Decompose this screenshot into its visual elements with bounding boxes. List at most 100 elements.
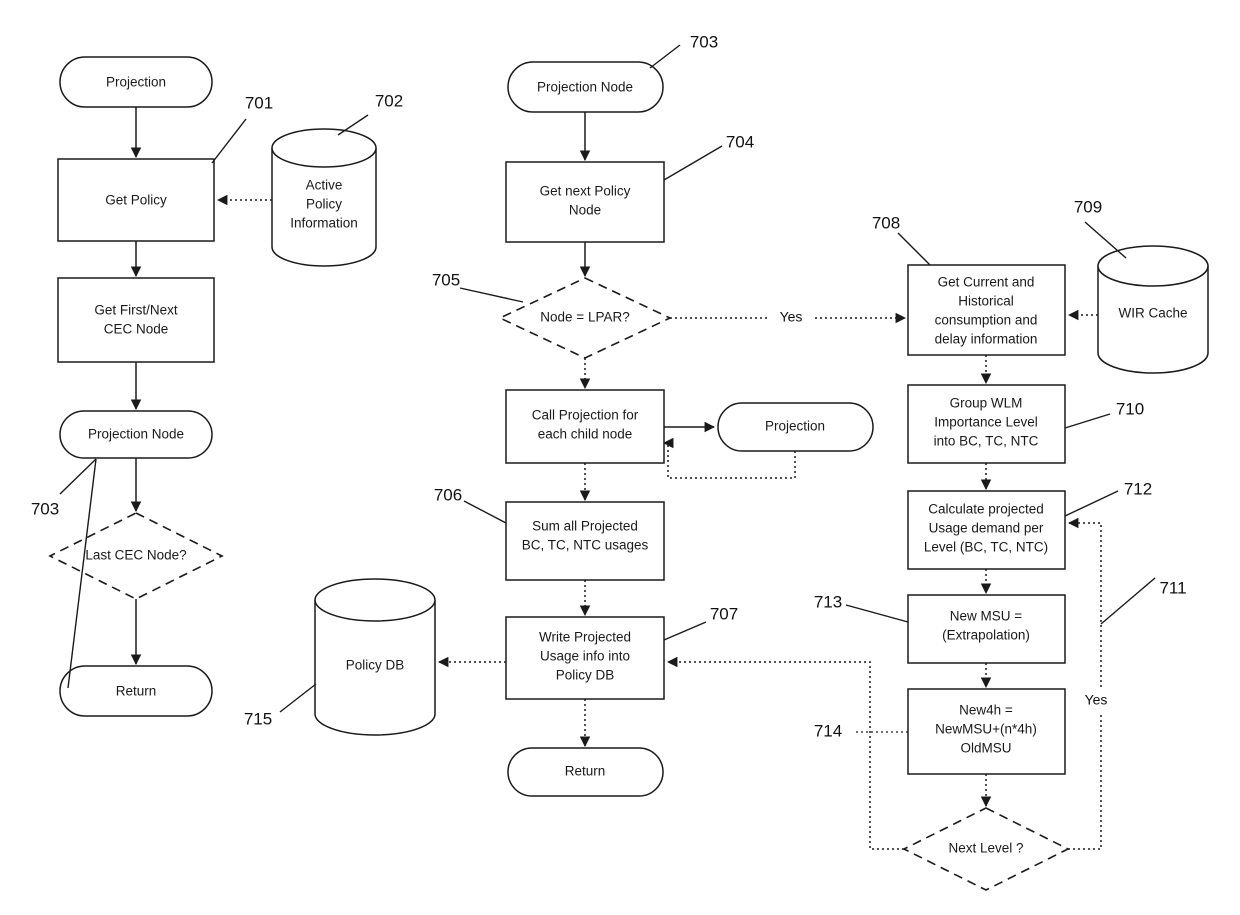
node-calculate-projected-usage[interactable]: Calculate projected Usage demand per Lev… [907,490,1066,570]
node-call-projection-for-each-child-node[interactable]: Call Projection for each child node [505,389,665,464]
node-group-wlm-line3: into BC, TC, NTC [934,434,1039,449]
node-sum-all-projected-line2: BC, TC, NTC usages [522,538,649,553]
ref-714: 714 [814,721,842,740]
node-calculate-projected-line2: Usage demand per [929,521,1044,536]
node-call-projection-line1: Call Projection for [532,408,639,423]
node-group-wlm-line2: Importance Level [934,415,1038,430]
ref-713: 713 [814,592,842,611]
node-return-left-label: Return [116,684,157,699]
flowchart-canvas: Projection Get Policy Get First/Next CEC… [0,0,1240,915]
ref-715: 715 [244,709,272,728]
datastore-active-policy-line3: Information [290,216,358,231]
leader-713 [845,604,909,623]
node-new4h-line2: NewMSU+(n*4h) [935,722,1037,737]
ref-703-mid: 703 [690,32,718,51]
node-get-first-next-cec-node-line2: CEC Node [104,322,169,337]
datastore-policy-db-label: Policy DB [346,658,405,673]
node-group-wlm[interactable]: Group WLM Importance Level into BC, TC, … [907,384,1066,464]
node-get-next-policy-node[interactable]: Get next Policy Node [505,161,665,243]
leader-703-left-b [59,458,97,495]
node-get-current-line4: delay information [935,332,1038,347]
node-last-cec-node-decision[interactable]: Last CEC Node? [48,512,224,600]
node-projection-node-mid[interactable]: Projection Node [507,61,664,113]
node-next-level-label: Next Level ? [948,841,1023,856]
node-get-current-historical[interactable]: Get Current and Historical consumption a… [907,264,1066,356]
node-calculate-projected-line3: Level (BC, TC, NTC) [924,540,1048,555]
node-calculate-projected-line1: Calculate projected [928,502,1044,517]
ref-704: 704 [726,132,754,151]
ref-703-left: 703 [31,499,59,518]
ref-707: 707 [710,604,738,623]
flowchart-svg: Projection Get Policy Get First/Next CEC… [31,32,1209,891]
ref-705: 705 [432,270,460,289]
node-get-policy-label: Get Policy [105,193,167,208]
datastore-wir-cache-label: WIR Cache [1118,306,1187,321]
node-node-eq-lpar-decision[interactable]: Node = LPAR? [498,277,672,359]
ref-711: 711 [1159,578,1186,597]
node-next-level-decision[interactable]: Next Level ? [902,807,1070,891]
leader-712 [1064,490,1119,517]
node-get-first-next-cec-node[interactable]: Get First/Next CEC Node [57,277,215,363]
ref-701: 701 [245,93,273,112]
edge-label-nextlevel-yes: Yes [1085,692,1108,708]
node-new4h[interactable]: New4h = NewMSU+(n*4h) OldMSU [907,688,1066,775]
leader-701 [211,118,247,164]
node-group-wlm-line1: Group WLM [950,396,1023,411]
node-write-projected-line3: Policy DB [556,668,615,683]
node-projection-start[interactable]: Projection [59,56,213,108]
ref-709: 709 [1074,197,1102,216]
node-get-next-policy-node-line2: Node [569,203,601,218]
node-get-next-policy-node-line1: Get next Policy [540,184,631,199]
leader-707 [663,621,707,641]
leader-709 [1084,221,1127,259]
leader-715 [279,683,317,713]
node-write-projected-line2: Usage info into [540,649,630,664]
ref-706: 706 [434,485,462,504]
node-projection-subroutine-label: Projection [765,419,825,434]
node-new4h-line1: New4h = [959,703,1013,718]
datastore-wir-cache[interactable]: WIR Cache [1097,245,1209,374]
node-last-cec-node-label: Last CEC Node? [85,548,186,563]
node-new4h-line3: OldMSU [960,741,1011,756]
node-return-mid[interactable]: Return [507,747,664,797]
node-sum-all-projected-line1: Sum all Projected [532,519,638,534]
datastore-active-policy-line2: Policy [306,197,342,212]
datastore-active-policy-information[interactable]: Active Policy Information [271,128,377,267]
node-new-msu[interactable]: New MSU = (Extrapolation) [907,594,1066,664]
edge-label-lpar-yes: Yes [780,309,803,325]
node-projection-start-label: Projection [106,75,166,90]
node-projection-node-left-label: Projection Node [88,427,184,442]
edge-nextlevel-no-to-write [666,656,904,850]
leader-703-mid [649,44,681,69]
ref-710: 710 [1116,399,1144,418]
datastore-policy-db[interactable]: Policy DB [314,578,436,736]
node-new-msu-line1: New MSU = [950,609,1023,624]
node-get-current-line3: consumption and [935,313,1038,328]
node-projection-subroutine[interactable]: Projection [717,402,874,452]
leader-704 [663,145,723,181]
node-return-left[interactable]: Return [59,665,213,717]
ref-702: 702 [375,91,403,110]
leader-708 [897,232,931,266]
node-get-first-next-cec-node-line1: Get First/Next [94,303,178,318]
node-write-projected-line1: Write Projected [539,630,631,645]
edge-nextlevel-yes-to-calculate [1067,517,1102,850]
leader-706 [463,500,507,524]
datastore-active-policy-line1: Active [306,178,343,193]
leader-710 [1064,413,1111,429]
node-get-current-line2: Historical [958,294,1014,309]
node-projection-node-left[interactable]: Projection Node [59,410,213,459]
node-write-projected-usage[interactable]: Write Projected Usage info into Policy D… [505,616,665,700]
node-get-current-line1: Get Current and [938,275,1035,290]
ref-712: 712 [1124,479,1152,498]
node-node-eq-lpar-label: Node = LPAR? [540,310,629,325]
node-call-projection-line2: each child node [538,427,633,442]
node-projection-node-mid-label: Projection Node [537,80,633,95]
ref-708: 708 [872,213,900,232]
node-new-msu-line2: (Extrapolation) [942,628,1030,643]
node-sum-all-projected[interactable]: Sum all Projected BC, TC, NTC usages [505,501,665,581]
node-return-mid-label: Return [565,764,606,779]
leader-705 [459,287,524,303]
leader-711 [1100,577,1156,625]
node-get-policy[interactable]: Get Policy [57,158,215,242]
